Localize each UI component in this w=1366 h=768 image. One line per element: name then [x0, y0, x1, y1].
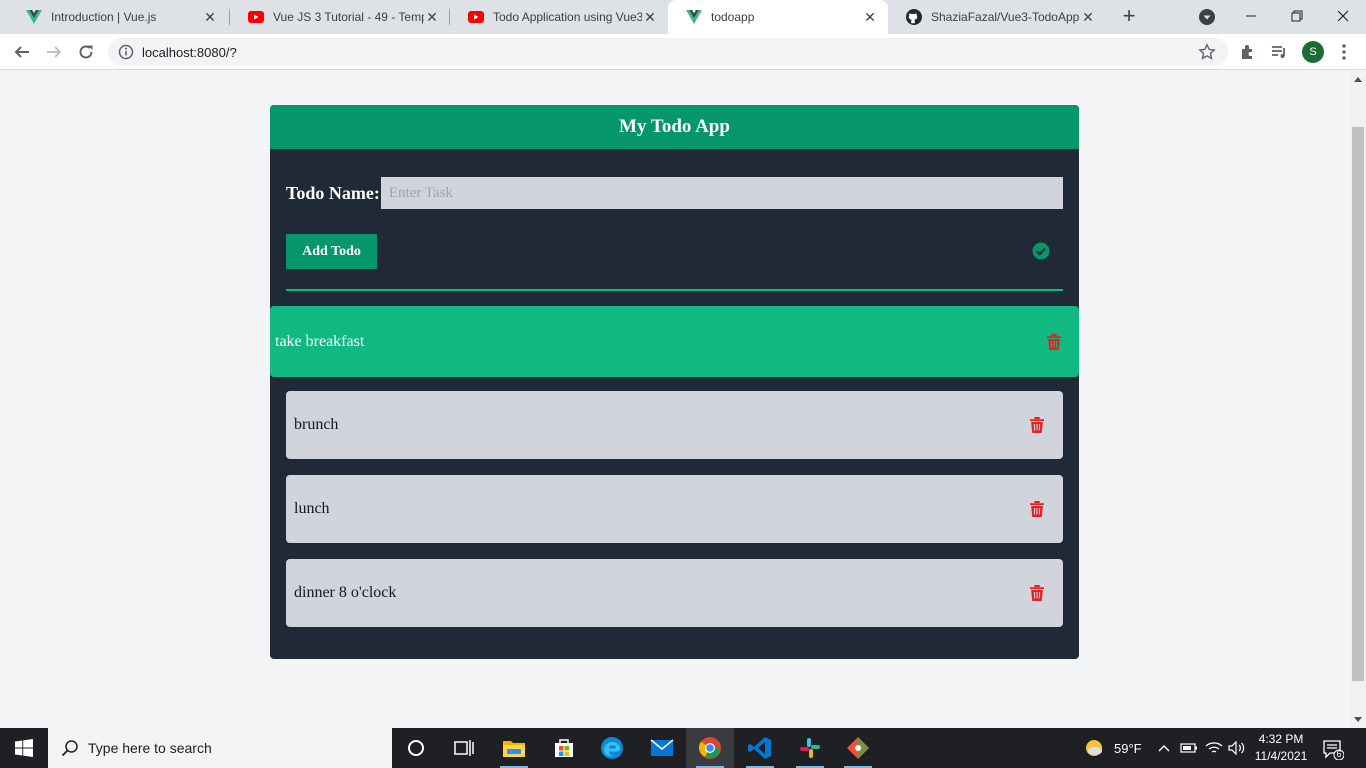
url-text: localhost:8080/?: [142, 45, 237, 60]
github-icon: [906, 9, 922, 25]
tab-github-repo[interactable]: ShaziaFazal/Vue3-TodoApp-I ✕: [888, 0, 1106, 34]
vue-icon: [26, 9, 42, 25]
bookmark-star-icon[interactable]: [1198, 43, 1216, 61]
browser-toolbar: localhost:8080/? S: [0, 34, 1366, 70]
close-window-button[interactable]: [1320, 0, 1366, 32]
volume-icon[interactable]: [1228, 728, 1246, 768]
scroll-up-arrow-icon[interactable]: [1354, 77, 1362, 82]
tab-title: ShaziaFazal/Vue3-TodoApp-I: [931, 10, 1080, 24]
windows-taskbar: Type here to search 59°F 4:32 PM 11/4/20…: [0, 728, 1366, 768]
slack-icon[interactable]: [786, 728, 834, 768]
clock-date: 11/4/2021: [1254, 749, 1308, 763]
todo-text: brunch: [294, 416, 339, 433]
tab-todoapp[interactable]: todoapp ✕: [668, 0, 888, 34]
media-queue-icon[interactable]: [1269, 42, 1289, 62]
todo-text: dinner 8 o'clock: [294, 584, 397, 601]
weather-sun-icon: [1086, 740, 1102, 756]
address-bar[interactable]: localhost:8080/?: [108, 38, 1228, 66]
tray-overflow-icon[interactable]: [1158, 728, 1170, 768]
tab-strip: Introduction | Vue.js ✕ Vue JS 3 Tutoria…: [0, 0, 1366, 34]
todo-text: take breakfast: [275, 332, 365, 350]
tab-title: Todo Application using Vue3: [493, 10, 642, 24]
notification-count: 6: [1336, 749, 1342, 759]
vue-icon: [686, 9, 702, 25]
edge-icon[interactable]: [588, 728, 636, 768]
check-circle-icon: [1032, 242, 1050, 260]
microsoft-store-icon[interactable]: [540, 728, 588, 768]
tab-vuejs-intro[interactable]: Introduction | Vue.js ✕: [8, 0, 228, 34]
battery-icon[interactable]: [1180, 728, 1198, 768]
todo-item[interactable]: lunch: [286, 475, 1063, 543]
info-icon[interactable]: [118, 44, 134, 60]
mail-icon[interactable]: [638, 728, 686, 768]
restore-button[interactable]: [1274, 0, 1320, 32]
close-icon[interactable]: ✕: [862, 9, 878, 25]
todo-app-card: My Todo App Todo Name: Add Todo take bre…: [270, 105, 1079, 659]
menu-kebab-icon[interactable]: [1334, 42, 1354, 62]
todo-text: lunch: [294, 500, 330, 517]
file-explorer-icon[interactable]: [490, 728, 538, 768]
notification-center-icon[interactable]: 6: [1322, 738, 1345, 761]
git-kraken-icon[interactable]: [834, 728, 882, 768]
task-view-icon[interactable]: [440, 728, 488, 768]
taskbar-search-box[interactable]: Type here to search: [48, 728, 392, 768]
app-header: My Todo App: [270, 105, 1079, 149]
youtube-icon: [468, 9, 484, 25]
chrome-icon[interactable]: [686, 728, 734, 768]
close-icon[interactable]: ✕: [424, 9, 440, 25]
todo-name-label: Todo Name:: [286, 182, 380, 203]
todo-item[interactable]: take breakfast: [270, 306, 1079, 377]
trash-icon[interactable]: [1029, 500, 1045, 518]
trash-icon[interactable]: [1029, 416, 1045, 434]
youtube-icon: [248, 9, 264, 25]
trash-icon[interactable]: [1046, 333, 1062, 351]
tab-vue-tutorial[interactable]: Vue JS 3 Tutorial - 49 - Templ ✕: [230, 0, 450, 34]
divider: [286, 289, 1063, 291]
close-icon[interactable]: ✕: [1080, 9, 1096, 25]
scrollbar-thumb[interactable]: [1352, 127, 1364, 681]
clock-time: 4:32 PM: [1258, 732, 1304, 746]
tab-search-icon[interactable]: [1198, 8, 1216, 26]
weather-temp: 59°F: [1114, 740, 1142, 756]
todo-item[interactable]: dinner 8 o'clock: [286, 559, 1063, 627]
cortana-icon[interactable]: [392, 728, 440, 768]
tab-todo-tutorial[interactable]: Todo Application using Vue3 ✕: [450, 0, 668, 34]
todo-form: Todo Name:: [286, 177, 1063, 209]
windows-start-icon[interactable]: [0, 728, 48, 768]
page-scrollbar[interactable]: [1350, 71, 1366, 728]
search-placeholder: Type here to search: [88, 740, 212, 756]
extensions-icon[interactable]: [1238, 42, 1258, 62]
back-button[interactable]: [10, 40, 34, 64]
scroll-down-arrow-icon[interactable]: [1354, 717, 1362, 722]
close-icon[interactable]: ✕: [642, 9, 658, 25]
add-todo-button[interactable]: Add Todo: [286, 234, 377, 269]
page-viewport: My Todo App Todo Name: Add Todo take bre…: [0, 71, 1350, 728]
task-input[interactable]: [380, 177, 1063, 209]
forward-button[interactable]: [42, 40, 66, 64]
search-icon: [60, 738, 80, 758]
tab-title: Vue JS 3 Tutorial - 49 - Templ: [273, 10, 424, 24]
wifi-icon[interactable]: [1205, 728, 1223, 768]
new-tab-button[interactable]: +: [1116, 5, 1142, 29]
tab-title: Introduction | Vue.js: [51, 10, 157, 24]
app-title: My Todo App: [619, 116, 730, 137]
tab-title: todoapp: [711, 10, 755, 24]
close-icon[interactable]: ✕: [202, 9, 218, 25]
todo-item[interactable]: brunch: [286, 391, 1063, 459]
minimize-button[interactable]: [1228, 0, 1274, 32]
vscode-icon[interactable]: [736, 728, 784, 768]
system-clock[interactable]: 4:32 PM 11/4/2021: [1250, 731, 1312, 765]
weather-widget[interactable]: 59°F: [1084, 728, 1142, 768]
trash-icon[interactable]: [1029, 584, 1045, 602]
profile-avatar[interactable]: S: [1302, 41, 1324, 63]
reload-button[interactable]: [74, 40, 98, 64]
